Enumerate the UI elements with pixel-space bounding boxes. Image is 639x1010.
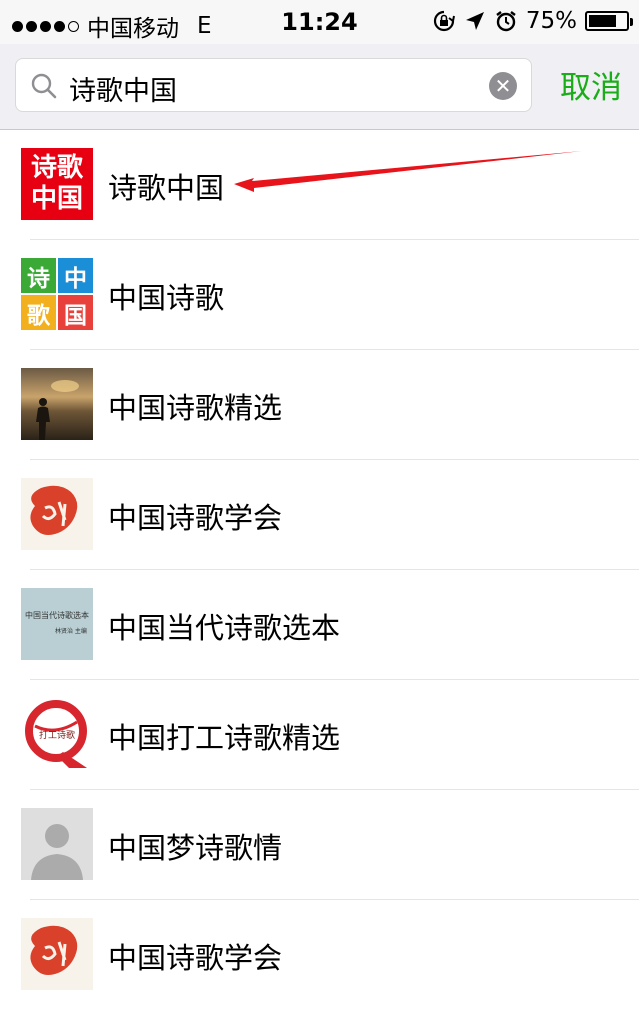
annotation-arrow-icon xyxy=(234,151,582,192)
